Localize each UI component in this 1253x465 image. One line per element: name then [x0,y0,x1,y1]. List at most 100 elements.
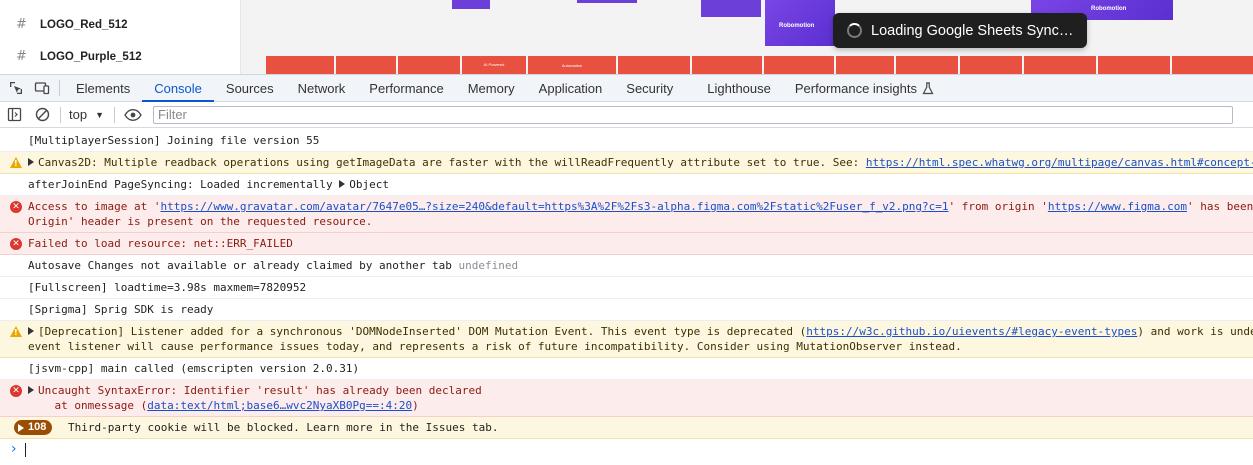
tab-network[interactable]: Network [286,75,358,101]
message-link[interactable]: https://www.gravatar.com/avatar/7647e05…… [160,200,948,213]
layers-panel: # LOGO_Red_512 # LOGO_Purple_512 [0,0,241,74]
text-cursor [25,443,26,457]
layer-item-logo-red[interactable]: # LOGO_Red_512 [0,10,241,40]
tab-lighthouse[interactable]: Lighthouse [695,75,783,101]
canvas-frame-text: AI Powered [483,62,505,67]
message-text: Access to image at ' [28,200,161,213]
canvas-frame-red[interactable] [1098,56,1170,74]
tab-security[interactable]: Security [614,75,685,101]
message-text: [MultiplayerSession] Joining file versio… [28,134,320,147]
canvas-frame-red[interactable] [336,56,396,74]
spinner-icon [847,23,862,38]
console-filter-input[interactable] [153,105,1233,124]
console-prompt[interactable]: › [0,439,1253,461]
canvas-frame-purple[interactable] [452,0,490,9]
context-value: top [69,107,88,122]
canvas-frame-purple[interactable] [701,0,761,17]
canvas-frame-red[interactable] [692,56,762,74]
tab-sources[interactable]: Sources [214,75,286,101]
message-link[interactable]: https://w3c.github.io/uievents/#legacy-e… [806,325,1137,338]
message-text: [Fullscreen] loadtime=3.98s maxmem=78209… [28,281,307,294]
message-link[interactable]: https://www.figma.com [1048,200,1187,213]
expand-triangle-icon[interactable] [28,386,34,394]
message-object[interactable]: Object [349,178,389,191]
canvas-frame-text: Automation [561,63,583,68]
console-message[interactable]: [Sprigma] Sprig SDK is ready [0,299,1253,321]
console-message[interactable]: Autosave Changes not available or alread… [0,255,1253,277]
canvas-frame-red[interactable] [896,56,958,74]
toolbar-divider [60,106,61,123]
console-warning[interactable]: ! Canvas2D: Multiple readback operations … [0,152,1253,174]
loading-toast: Loading Google Sheets Sync… [833,13,1087,48]
canvas-frame-red[interactable] [1172,56,1253,74]
tab-performance[interactable]: Performance [357,75,455,101]
message-text: Uncaught SyntaxError: Identifier 'result… [38,384,482,397]
layer-name: LOGO_Red_512 [40,19,128,31]
console-error[interactable]: ✕ Failed to load resource: net::ERR_FAILE… [0,233,1253,255]
message-text: Autosave Changes not available or alread… [28,259,459,272]
tab-performance-insights[interactable]: Performance insights [783,75,938,101]
chevron-down-icon: ▼ [95,109,104,120]
canvas-frame-red[interactable]: Automation [528,56,616,74]
design-canvas[interactable]: Robomotion Robomotion AI Powered Automat… [241,0,1253,74]
message-text: [Sprigma] Sprig SDK is ready [28,303,214,316]
console-message[interactable]: [Fullscreen] loadtime=3.98s maxmem=78209… [0,277,1253,299]
message-text: event listener will cause performance is… [28,340,962,353]
message-text: ) [412,399,419,412]
inspect-element-icon[interactable] [3,75,29,101]
expand-triangle-icon[interactable] [28,327,34,335]
console-error[interactable]: ✕ Access to image at 'https://www.gravata… [0,196,1253,233]
canvas-frame-red[interactable] [960,56,1022,74]
context-selector[interactable]: top ▼ [65,107,110,122]
console-error[interactable]: ✕ Uncaught SyntaxError: Identifier 'resul… [0,380,1253,417]
tab-memory[interactable]: Memory [456,75,527,101]
layer-item-logo-purple[interactable]: # LOGO_Purple_512 [0,42,241,72]
tab-label: Performance insights [794,80,917,96]
devtools-tabbar: Elements Console Sources Network Perform… [0,75,1253,102]
canvas-frame-purple[interactable] [577,0,637,3]
tab-console[interactable]: Console [142,75,214,102]
issues-banner[interactable]: 108 Third-party cookie will be blocked. L… [0,417,1253,439]
console-message[interactable]: [jsvm-cpp] main called (emscripten versi… [0,358,1253,380]
tab-application[interactable]: Application [527,75,615,101]
message-text: at onmessage ( [54,399,148,412]
message-link[interactable]: data:text/html;base6…wvc2NyaXB0Pg==:4:20 [147,399,412,412]
canvas-frame-red[interactable]: AI Powered [462,56,526,74]
device-toolbar-icon[interactable] [29,75,55,101]
message-text: ) and work is unde [1137,325,1253,338]
issues-count: 108 [28,421,47,433]
console-message[interactable]: [MultiplayerSession] Joining file versio… [0,130,1253,152]
expand-triangle-icon [18,423,24,432]
message-text: ' from origin ' [948,200,1048,213]
issues-count-badge[interactable]: 108 [14,420,53,435]
console-message[interactable]: afterJoinEnd PageSyncing: Loaded increme… [0,174,1253,196]
expand-triangle-icon[interactable] [339,180,346,188]
canvas-frame-red[interactable] [266,56,334,74]
expand-triangle-icon[interactable] [28,158,34,166]
live-expression-eye-icon[interactable] [119,102,147,128]
message-text: Failed to load resource: net::ERR_FAILED [28,237,293,250]
console-messages: [MultiplayerSession] Joining file versio… [0,130,1253,465]
canvas-frame-red[interactable] [836,56,894,74]
error-icon: ✕ [10,238,22,250]
layer-name: LOGO_Purple_512 [40,51,142,63]
frame-hash-icon: # [16,17,27,32]
frame-hash-icon: # [16,49,27,64]
console-warning[interactable]: ! [Deprecation] Listener added for a sync… [0,321,1253,358]
message-text: Canvas2D: Multiple readback operations u… [38,156,866,169]
message-text: ' has been [1186,200,1253,213]
devtools-panel: Elements Console Sources Network Perform… [0,74,1253,465]
canvas-frame-red[interactable] [1024,56,1096,74]
canvas-frame-red[interactable] [618,56,690,74]
tabbar-divider [59,80,60,96]
canvas-frame-purple-logo[interactable]: Robomotion [765,0,835,46]
tab-elements[interactable]: Elements [64,75,142,101]
clear-console-icon[interactable] [28,102,56,128]
message-text: [jsvm-cpp] main called (emscripten versi… [28,362,360,375]
toolbar-divider [114,106,115,123]
canvas-frame-red[interactable] [398,56,460,74]
prompt-chevron-icon: › [11,441,17,457]
canvas-frame-red[interactable] [764,56,834,74]
sidebar-toggle-icon[interactable] [0,102,28,128]
message-link[interactable]: https://html.spec.whatwg.org/multipage/c… [866,156,1253,169]
